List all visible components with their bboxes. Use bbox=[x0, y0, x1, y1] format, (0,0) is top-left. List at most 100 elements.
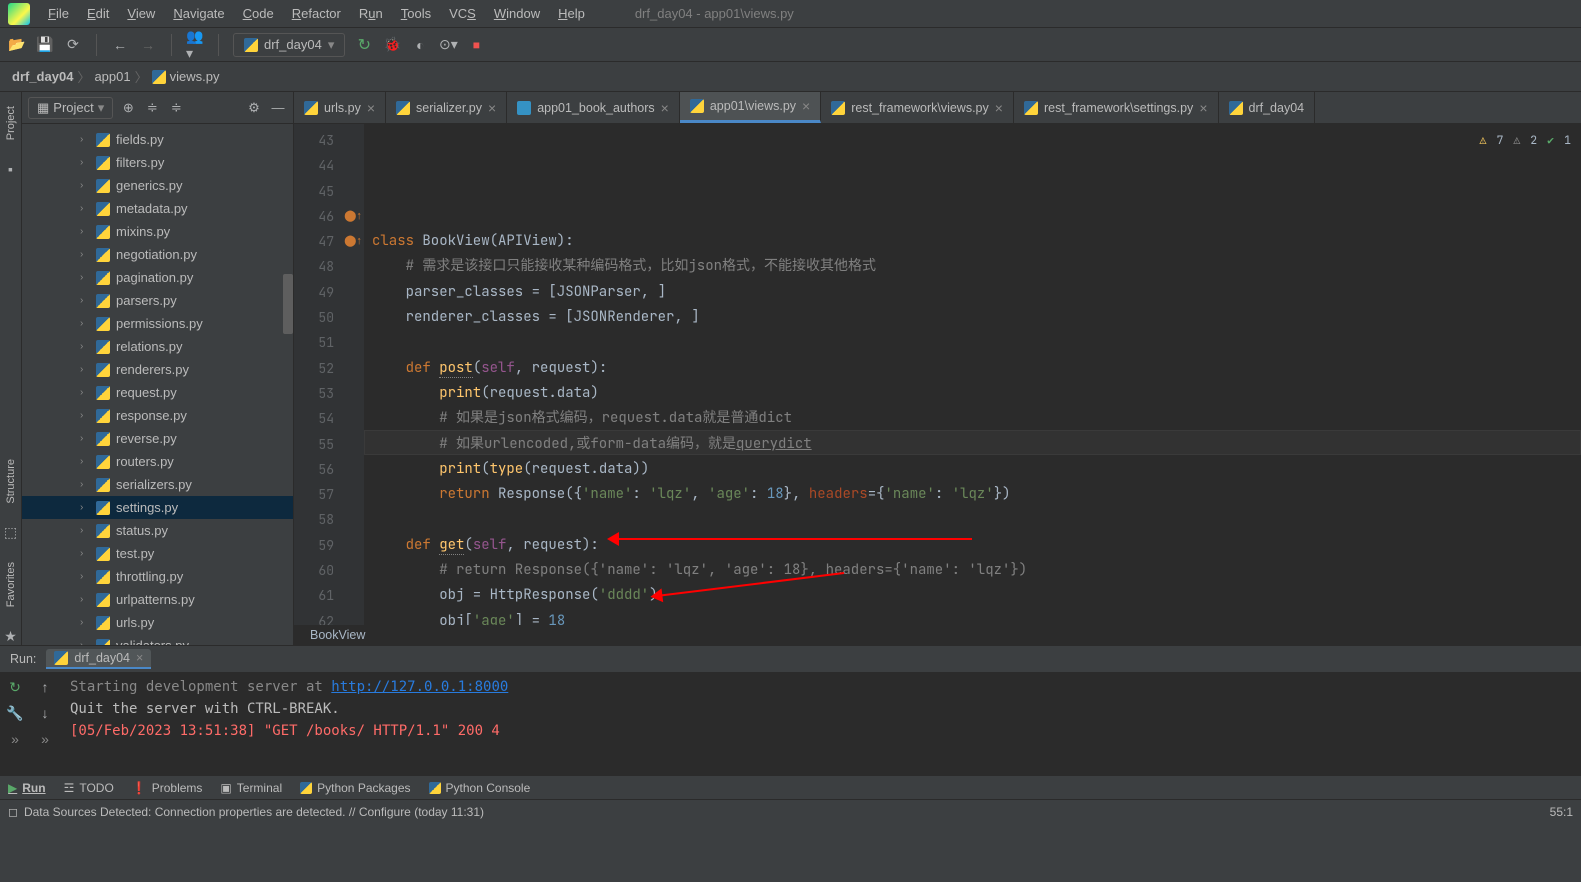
tree-item[interactable]: ›request.py bbox=[22, 381, 293, 404]
tree-item[interactable]: ›filters.py bbox=[22, 151, 293, 174]
run-icon[interactable]: ↻ bbox=[355, 36, 373, 54]
menu-refactor[interactable]: Refactor bbox=[284, 3, 349, 24]
tree-item[interactable]: ›reverse.py bbox=[22, 427, 293, 450]
tree-item[interactable]: ›validators.py bbox=[22, 634, 293, 645]
code-area[interactable]: ⚠7 ⚠2 ✔1 class BookView(APIView): # 需求是该… bbox=[364, 124, 1581, 625]
tree-item[interactable]: ›fields.py bbox=[22, 128, 293, 151]
tree-item[interactable]: ›status.py bbox=[22, 519, 293, 542]
crumb-project[interactable]: drf_day04 bbox=[12, 69, 73, 84]
tree-item[interactable]: ›urls.py bbox=[22, 611, 293, 634]
menu-code[interactable]: Code bbox=[235, 3, 282, 24]
run-tab[interactable]: drf_day04 × bbox=[46, 649, 151, 669]
inspections-widget[interactable]: ⚠7 ⚠2 ✔1 bbox=[1480, 128, 1571, 153]
menu-file[interactable]: File bbox=[40, 3, 77, 24]
tab-run[interactable]: ▶Run bbox=[8, 781, 46, 795]
rerun-icon[interactable]: ↻ bbox=[6, 678, 24, 696]
hide-icon[interactable]: — bbox=[269, 99, 287, 117]
editor-tab[interactable]: rest_framework\settings.py× bbox=[1014, 92, 1219, 123]
menu-view[interactable]: View bbox=[119, 3, 163, 24]
menu-tools[interactable]: Tools bbox=[393, 3, 439, 24]
favorites-tool-tab[interactable]: Favorites bbox=[3, 556, 19, 613]
gear-icon[interactable]: ⚙ bbox=[245, 99, 263, 117]
tree-item[interactable]: ›mixins.py bbox=[22, 220, 293, 243]
tree-item[interactable]: ›routers.py bbox=[22, 450, 293, 473]
tree-item[interactable]: ›renderers.py bbox=[22, 358, 293, 381]
close-tab-icon[interactable]: × bbox=[661, 100, 669, 116]
menu-navigate[interactable]: Navigate bbox=[165, 3, 232, 24]
close-tab-icon[interactable]: × bbox=[367, 100, 375, 116]
structure-icon[interactable]: ⬚ bbox=[2, 524, 20, 542]
profile-icon[interactable]: ⊙▾ bbox=[439, 36, 457, 54]
coverage-icon[interactable]: ◐ bbox=[411, 36, 429, 54]
tree-item[interactable]: ›response.py bbox=[22, 404, 293, 427]
back-icon[interactable]: ← bbox=[111, 36, 129, 54]
editor-tab[interactable]: app01\views.py× bbox=[680, 92, 821, 123]
bookmarks-icon[interactable]: ▪ bbox=[2, 160, 20, 178]
tree-item[interactable]: ›throttling.py bbox=[22, 565, 293, 588]
editor-body[interactable]: 4344454647484950515253545556575859606162… bbox=[294, 124, 1581, 625]
tree-item[interactable]: ›generics.py bbox=[22, 174, 293, 197]
tree-item[interactable]: ›serializers.py bbox=[22, 473, 293, 496]
gutter-marks[interactable]: ⬤↑⬤↑ bbox=[342, 124, 364, 625]
run-settings-icon[interactable]: 🔧 bbox=[6, 704, 24, 722]
tree-item[interactable]: ›test.py bbox=[22, 542, 293, 565]
editor-breadcrumb[interactable]: BookView bbox=[294, 625, 1581, 645]
tree-item[interactable]: ›parsers.py bbox=[22, 289, 293, 312]
more-icon[interactable]: » bbox=[36, 730, 54, 748]
crumb-module[interactable]: app01 bbox=[94, 69, 130, 84]
stop-icon[interactable]: ■ bbox=[467, 36, 485, 54]
editor-tab[interactable]: urls.py× bbox=[294, 92, 386, 123]
close-tab-icon[interactable]: × bbox=[1199, 100, 1207, 116]
collapse-all-icon[interactable]: ≑ bbox=[167, 99, 185, 117]
python-file-icon bbox=[96, 501, 110, 515]
save-all-icon[interactable]: 💾 bbox=[36, 36, 54, 54]
run-config-selector[interactable]: drf_day04 ▾ bbox=[233, 33, 345, 57]
line-number-gutter[interactable]: 4344454647484950515253545556575859606162 bbox=[294, 124, 342, 625]
crumb-file[interactable]: views.py bbox=[152, 69, 220, 84]
editor-tab[interactable]: serializer.py× bbox=[386, 92, 507, 123]
menu-run[interactable]: Run bbox=[351, 3, 391, 24]
caret-position[interactable]: 55:1 bbox=[1550, 805, 1573, 819]
status-message[interactable]: Data Sources Detected: Connection proper… bbox=[24, 805, 484, 819]
tree-item[interactable]: ›settings.py bbox=[22, 496, 293, 519]
tab-python-console[interactable]: Python Console bbox=[429, 781, 531, 795]
project-tool-tab[interactable]: Project bbox=[3, 100, 19, 146]
editor-tab[interactable]: rest_framework\views.py× bbox=[821, 92, 1014, 123]
editor-tab[interactable]: drf_day04 bbox=[1219, 92, 1316, 123]
close-tab-icon[interactable]: × bbox=[802, 98, 810, 114]
structure-tool-tab[interactable]: Structure bbox=[3, 453, 19, 510]
favorites-icon[interactable]: ★ bbox=[2, 627, 20, 645]
editor-tab[interactable]: app01_book_authors× bbox=[507, 92, 680, 123]
down-icon[interactable]: ↓ bbox=[36, 704, 54, 722]
debug-icon[interactable]: 🐞 bbox=[383, 36, 401, 54]
console-output[interactable]: Starting development server at http://12… bbox=[60, 672, 1581, 775]
close-tab-icon[interactable]: × bbox=[488, 100, 496, 116]
tab-todo[interactable]: ☲TODO bbox=[64, 781, 114, 795]
scrollbar-thumb[interactable] bbox=[283, 274, 293, 334]
tree-item[interactable]: ›pagination.py bbox=[22, 266, 293, 289]
sync-icon[interactable]: ⟳ bbox=[64, 36, 82, 54]
tab-python-packages[interactable]: Python Packages bbox=[300, 781, 410, 795]
select-opened-icon[interactable]: ⊕ bbox=[119, 99, 137, 117]
open-icon[interactable]: 📂 bbox=[8, 36, 26, 54]
up-icon[interactable]: ↑ bbox=[36, 678, 54, 696]
tree-item[interactable]: ›permissions.py bbox=[22, 312, 293, 335]
tree-item[interactable]: ›negotiation.py bbox=[22, 243, 293, 266]
tab-problems[interactable]: ❗Problems bbox=[132, 781, 203, 795]
more-icon[interactable]: » bbox=[6, 730, 24, 748]
expand-all-icon[interactable]: ≑ bbox=[143, 99, 161, 117]
menu-vcs[interactable]: VCS bbox=[441, 3, 484, 24]
tab-terminal[interactable]: ▣Terminal bbox=[220, 781, 282, 795]
tree-item[interactable]: ›relations.py bbox=[22, 335, 293, 358]
tree-item[interactable]: ›metadata.py bbox=[22, 197, 293, 220]
users-icon[interactable]: 👥▾ bbox=[186, 36, 204, 54]
close-tab-icon[interactable]: × bbox=[995, 100, 1003, 116]
menu-edit[interactable]: Edit bbox=[79, 3, 117, 24]
forward-icon[interactable]: → bbox=[139, 36, 157, 54]
menu-window[interactable]: Window bbox=[486, 3, 548, 24]
tree-item[interactable]: ›urlpatterns.py bbox=[22, 588, 293, 611]
project-view-selector[interactable]: ▦Project▾ bbox=[28, 97, 113, 119]
project-tree[interactable]: ›fields.py›filters.py›generics.py›metada… bbox=[22, 124, 293, 645]
quick-flags-icon[interactable]: ◻ bbox=[8, 805, 18, 819]
menu-help[interactable]: Help bbox=[550, 3, 593, 24]
